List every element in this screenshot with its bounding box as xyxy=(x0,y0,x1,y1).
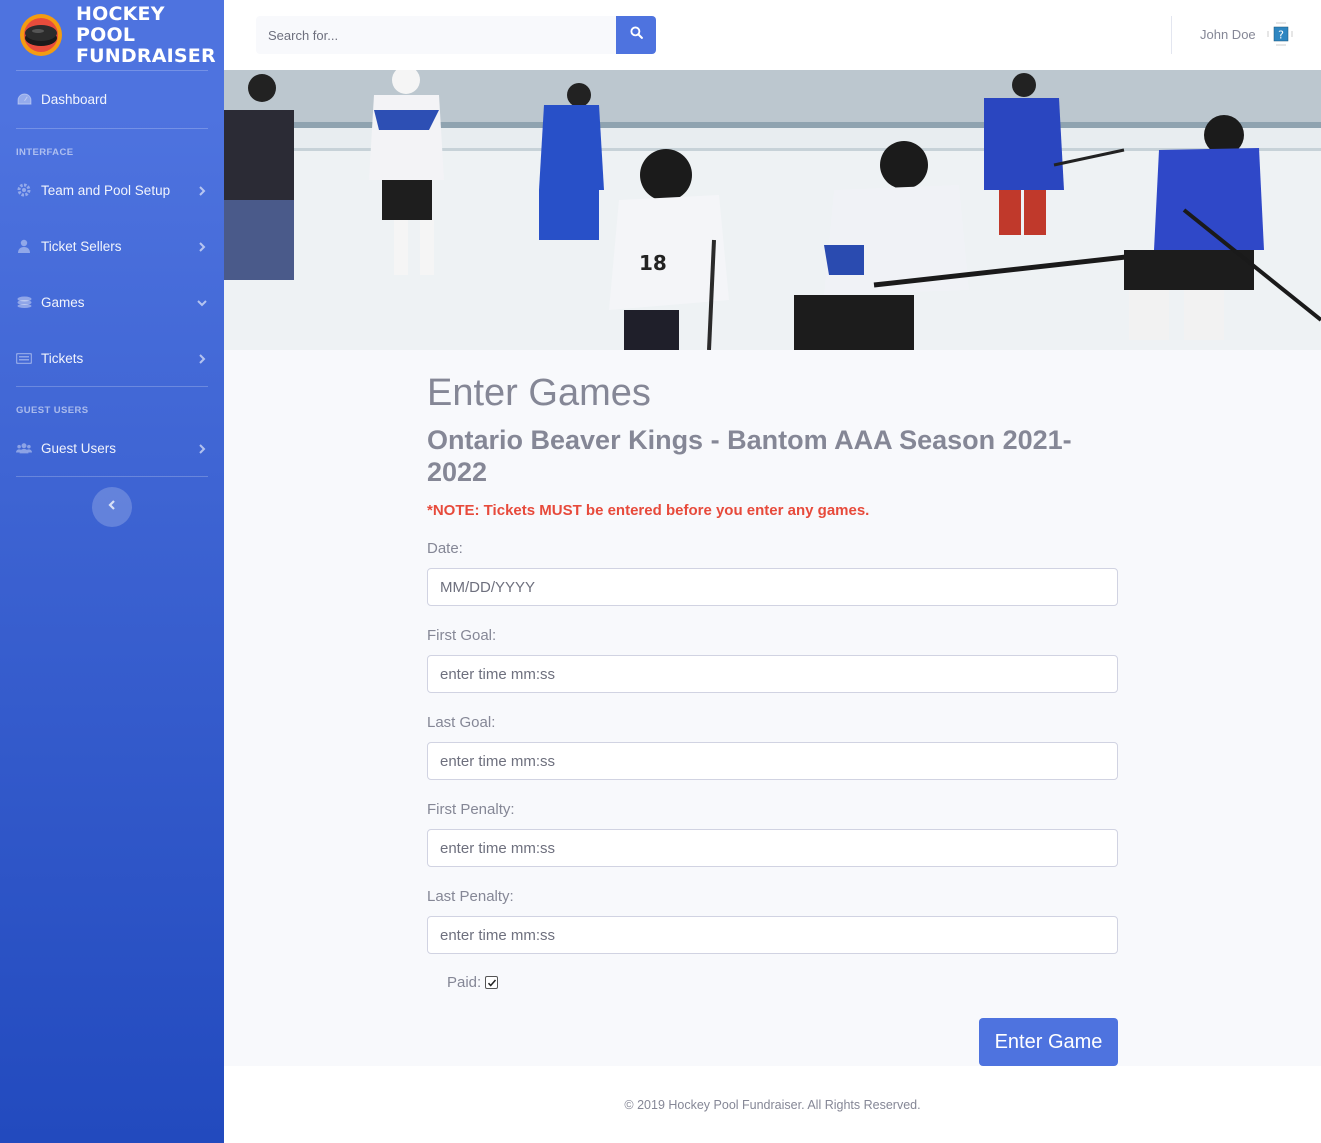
paid-label: Paid: xyxy=(447,974,482,991)
gear-icon xyxy=(16,183,32,197)
date-label: Date: xyxy=(427,540,463,557)
puck-logo-icon xyxy=(18,12,64,58)
paid-row: Paid: xyxy=(447,974,1118,991)
sidebar-toggle-button[interactable] xyxy=(92,487,132,527)
keyboard-icon xyxy=(16,351,32,365)
user-icon xyxy=(16,239,32,253)
hero-image: 18 xyxy=(224,70,1321,350)
brand-name: HOCKEY POOL FUNDRAISER xyxy=(76,2,216,67)
chevron-right-icon xyxy=(196,352,208,364)
sidebar-heading-interface: INTERFACE xyxy=(16,147,74,158)
user-name[interactable]: John Doe xyxy=(1200,27,1256,42)
sidebar: HOCKEY POOL FUNDRAISER Dashboard INTERFA… xyxy=(0,0,224,1143)
last-goal-label: Last Goal: xyxy=(427,714,496,731)
search-button[interactable] xyxy=(616,16,656,54)
sidebar-item-games[interactable]: Games xyxy=(0,274,224,330)
user-avatar-icon[interactable]: ? xyxy=(1266,18,1294,50)
sidebar-item-label: Team and Pool Setup xyxy=(41,182,171,198)
svg-text:18: 18 xyxy=(639,251,667,275)
first-goal-field[interactable] xyxy=(427,655,1118,693)
main-content: Enter Games Ontario Beaver Kings - Banto… xyxy=(427,370,1118,991)
chevron-down-icon xyxy=(196,296,208,308)
chevron-right-icon xyxy=(196,240,208,252)
sidebar-item-label: Games xyxy=(41,294,85,310)
sidebar-divider xyxy=(16,476,208,477)
chevron-left-icon xyxy=(107,498,117,516)
dashboard-icon xyxy=(16,93,32,107)
page-title: Enter Games xyxy=(427,372,651,414)
first-goal-label: First Goal: xyxy=(427,627,497,644)
brand[interactable]: HOCKEY POOL FUNDRAISER xyxy=(0,0,224,70)
topbar: John Doe ? xyxy=(224,0,1321,70)
date-input[interactable] xyxy=(440,578,1105,596)
sidebar-item-label: Ticket Sellers xyxy=(41,238,122,254)
search-input[interactable] xyxy=(268,27,604,43)
first-penalty-field[interactable] xyxy=(427,829,1118,867)
page-subtitle: Ontario Beaver Kings - Bantom AAA Season… xyxy=(427,425,1072,487)
sidebar-item-ticket-sellers[interactable]: Ticket Sellers xyxy=(0,218,224,274)
sidebar-item-label: Dashboard xyxy=(41,92,108,107)
paid-checkbox[interactable] xyxy=(485,976,499,989)
last-goal-input[interactable] xyxy=(440,752,1105,770)
sidebar-item-label: Guest Users xyxy=(41,440,117,456)
date-field[interactable] xyxy=(427,568,1118,606)
svg-text:?: ? xyxy=(1278,29,1284,42)
copyright-text: © 2019 Hockey Pool Fundraiser. All Right… xyxy=(624,1097,921,1112)
enter-game-button[interactable]: Enter Game xyxy=(979,1018,1118,1066)
sidebar-item-tickets[interactable]: Tickets xyxy=(0,330,224,386)
first-goal-input[interactable] xyxy=(440,665,1105,683)
sidebar-item-team-pool-setup[interactable]: Team and Pool Setup xyxy=(0,162,224,218)
warning-note: *NOTE: Tickets MUST be entered before yo… xyxy=(427,502,870,519)
sidebar-item-label: Tickets xyxy=(41,350,84,366)
last-goal-field[interactable] xyxy=(427,742,1118,780)
sidebar-heading-guest-users: GUEST USERS xyxy=(16,405,89,416)
last-penalty-label: Last Penalty: xyxy=(427,888,514,905)
first-penalty-input[interactable] xyxy=(440,839,1105,857)
last-penalty-input[interactable] xyxy=(440,926,1105,944)
chevron-right-icon xyxy=(196,184,208,196)
last-penalty-field[interactable] xyxy=(427,916,1118,954)
topbar-divider xyxy=(1171,16,1172,54)
chevron-right-icon xyxy=(196,442,208,454)
users-icon xyxy=(16,441,32,455)
search-icon xyxy=(629,26,643,44)
footer: © 2019 Hockey Pool Fundraiser. All Right… xyxy=(224,1066,1321,1143)
stack-icon xyxy=(16,295,32,309)
first-penalty-label: First Penalty: xyxy=(427,801,515,818)
sidebar-item-guest-users[interactable]: Guest Users xyxy=(0,420,224,476)
sidebar-item-dashboard[interactable]: Dashboard xyxy=(0,71,224,128)
search-field[interactable] xyxy=(256,16,616,54)
